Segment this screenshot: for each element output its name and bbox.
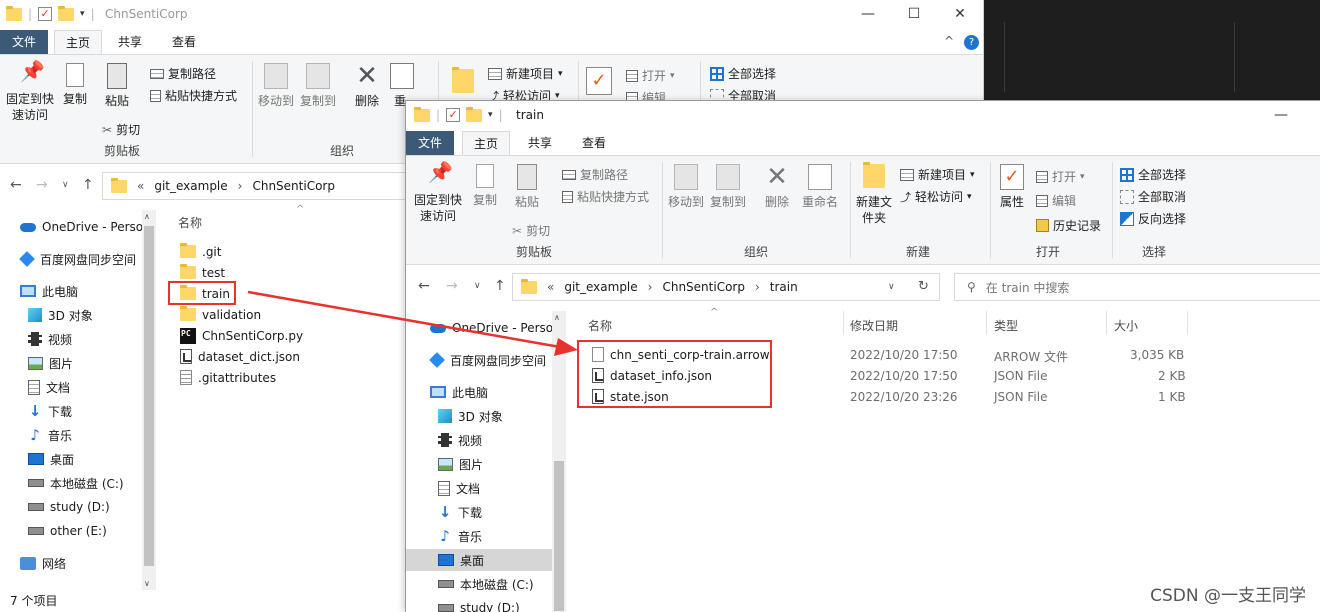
watermark: CSDN @一支王同学 bbox=[1150, 586, 1306, 606]
annotation-arrow-line bbox=[247, 290, 561, 349]
annotation-arrow-head bbox=[554, 338, 578, 356]
annotation-arrow bbox=[247, 290, 578, 356]
